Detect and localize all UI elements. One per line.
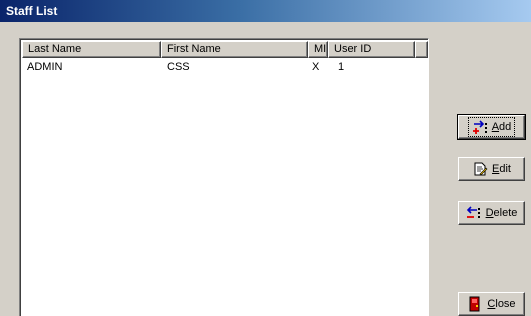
column-header-first-name[interactable]: First Name: [161, 41, 308, 58]
title-bar[interactable]: Staff List: [0, 0, 531, 22]
add-button-focus: Add: [467, 117, 516, 137]
cell-mi: X: [312, 61, 320, 73]
table-row[interactable]: ADMIN CSS X 1: [22, 60, 428, 75]
close-button[interactable]: Close: [458, 292, 525, 316]
staff-list-window: Staff List Last Name First Name MI User …: [0, 0, 531, 316]
cell-first-name: CSS: [167, 61, 190, 73]
column-header-mi[interactable]: MI: [308, 41, 328, 58]
delete-record-icon: [466, 205, 482, 221]
column-header-filler: [415, 41, 428, 58]
delete-button-label: Delete: [485, 207, 518, 219]
edit-record-icon: [472, 161, 488, 177]
edit-button[interactable]: Edit: [458, 157, 525, 181]
add-record-icon: [472, 119, 488, 135]
delete-button[interactable]: Delete: [458, 201, 525, 225]
add-button[interactable]: Add: [457, 114, 526, 140]
window-title: Staff List: [6, 4, 58, 18]
exit-door-icon: [467, 296, 483, 312]
cell-user-id: 1: [338, 61, 345, 73]
column-header-last-name[interactable]: Last Name: [22, 41, 161, 58]
column-header-user-id[interactable]: User ID: [328, 41, 415, 58]
cell-last-name: ADMIN: [27, 61, 63, 73]
add-button-label: Add: [491, 121, 512, 133]
close-button-label: Close: [487, 298, 516, 310]
staff-list-view[interactable]: Last Name First Name MI User ID ADMIN CS…: [19, 38, 429, 316]
edit-button-label: Edit: [492, 163, 511, 175]
